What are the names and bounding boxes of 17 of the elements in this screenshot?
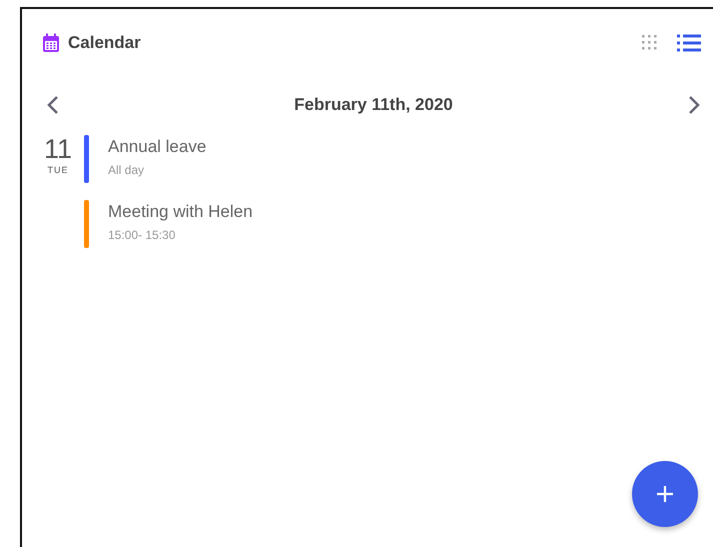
calendar-icon [42,33,60,53]
event-title[interactable]: Annual leave [108,137,206,157]
event-time: All day [108,163,146,177]
view-toggle-button[interactable] [641,34,659,52]
day-number: 11 [44,135,72,163]
weekday-label: TUE [48,165,68,175]
plus-icon [656,485,674,503]
add-event-button[interactable] [632,461,698,527]
list-view-icon [677,34,701,52]
view-toggle-button[interactable] [677,34,701,52]
grid-view-icon [641,34,659,52]
date-label: February 11th, 2020 [293,95,454,115]
next-button[interactable] [687,95,701,115]
app-title: Calendar [68,33,142,53]
event-title[interactable]: Meeting with Helen [108,202,253,222]
previous-button[interactable] [46,95,60,115]
event-time: 15:00- 15:30 [108,228,176,242]
